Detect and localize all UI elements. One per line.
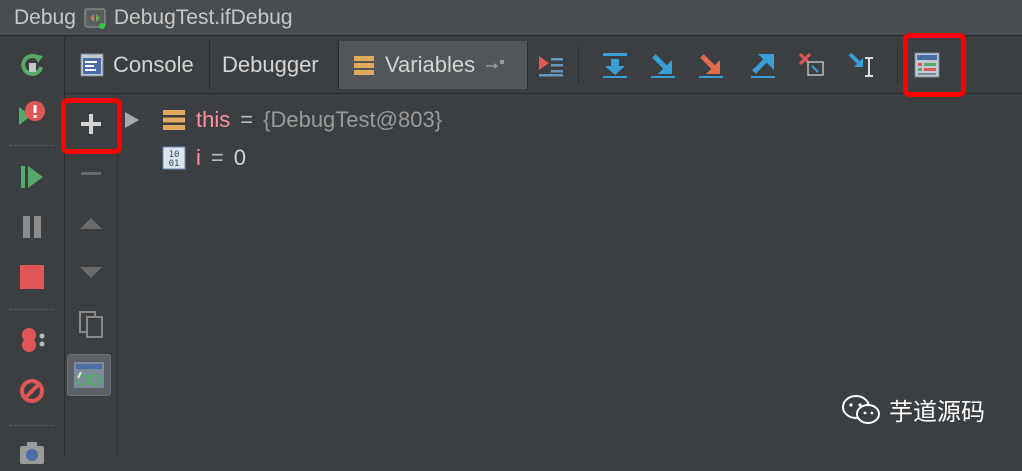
variable-row[interactable]: 10 01 i = 0 bbox=[162, 143, 246, 173]
watermark: 芋道源码 bbox=[841, 392, 985, 427]
tab-variables-label: Variables bbox=[385, 52, 476, 77]
primitive-binary-icon: 10 01 bbox=[162, 146, 186, 170]
resume-icon[interactable] bbox=[14, 159, 50, 195]
highlight-add-watch bbox=[61, 98, 122, 154]
tab-console-label: Console bbox=[113, 52, 194, 77]
camera-icon[interactable] bbox=[14, 435, 50, 471]
wechat-icon bbox=[842, 394, 880, 424]
move-down-icon[interactable] bbox=[73, 254, 109, 290]
pause-icon[interactable] bbox=[14, 209, 50, 245]
tab-debugger-label: Debugger bbox=[222, 52, 319, 77]
drop-frame-icon[interactable] bbox=[793, 47, 829, 83]
mute-breakpoints-icon[interactable] bbox=[14, 373, 50, 409]
variable-name: this bbox=[196, 107, 231, 132]
remove-watch-icon[interactable] bbox=[73, 156, 109, 192]
run-config-name: DebugTest.ifDebug bbox=[113, 5, 293, 29]
rerun-icon[interactable] bbox=[14, 47, 50, 83]
move-up-icon[interactable] bbox=[73, 206, 109, 242]
view-breakpoints-icon[interactable] bbox=[14, 323, 50, 359]
copy-icon[interactable] bbox=[73, 306, 109, 342]
debug-tabs-bar: Console Debugger Variables bbox=[65, 37, 1022, 94]
equals-sign: = bbox=[210, 145, 224, 170]
variable-row[interactable]: this = {DebugTest@803} bbox=[124, 105, 442, 135]
watches-glasses-icon[interactable] bbox=[67, 354, 111, 396]
step-over-icon[interactable] bbox=[597, 47, 633, 83]
step-into-icon[interactable] bbox=[645, 47, 681, 83]
console-icon bbox=[80, 53, 104, 77]
force-step-into-icon[interactable] bbox=[693, 47, 729, 83]
object-field-icon bbox=[163, 110, 185, 130]
tab-debugger[interactable]: Debugger bbox=[210, 41, 338, 89]
variables-icon bbox=[354, 56, 374, 75]
tab-console[interactable]: Console bbox=[71, 41, 209, 89]
run-to-cursor-icon[interactable] bbox=[843, 47, 879, 83]
step-out-icon[interactable] bbox=[745, 47, 781, 83]
stop-icon[interactable] bbox=[14, 259, 50, 295]
debug-window-label: Debug bbox=[14, 5, 76, 29]
pin-tab-icon[interactable] bbox=[485, 58, 505, 72]
expand-arrow-icon[interactable] bbox=[124, 111, 140, 129]
debug-titlebar: Debug DebugTest.ifDebug bbox=[0, 0, 1022, 36]
variable-value: {DebugTest@803} bbox=[263, 107, 443, 132]
tab-variables[interactable]: Variables bbox=[339, 41, 527, 89]
debug-left-toolbar bbox=[0, 37, 65, 464]
variable-value: 0 bbox=[233, 145, 246, 170]
show-execution-point-icon[interactable] bbox=[533, 47, 569, 83]
restart-exception-icon[interactable] bbox=[14, 95, 50, 131]
watermark-text: 芋道源码 bbox=[889, 399, 985, 426]
variable-name: i bbox=[196, 145, 201, 170]
svg-text:01: 01 bbox=[169, 159, 180, 169]
run-config-icon bbox=[84, 7, 106, 29]
equals-sign: = bbox=[240, 107, 254, 132]
highlight-evaluate-expression bbox=[903, 33, 966, 97]
